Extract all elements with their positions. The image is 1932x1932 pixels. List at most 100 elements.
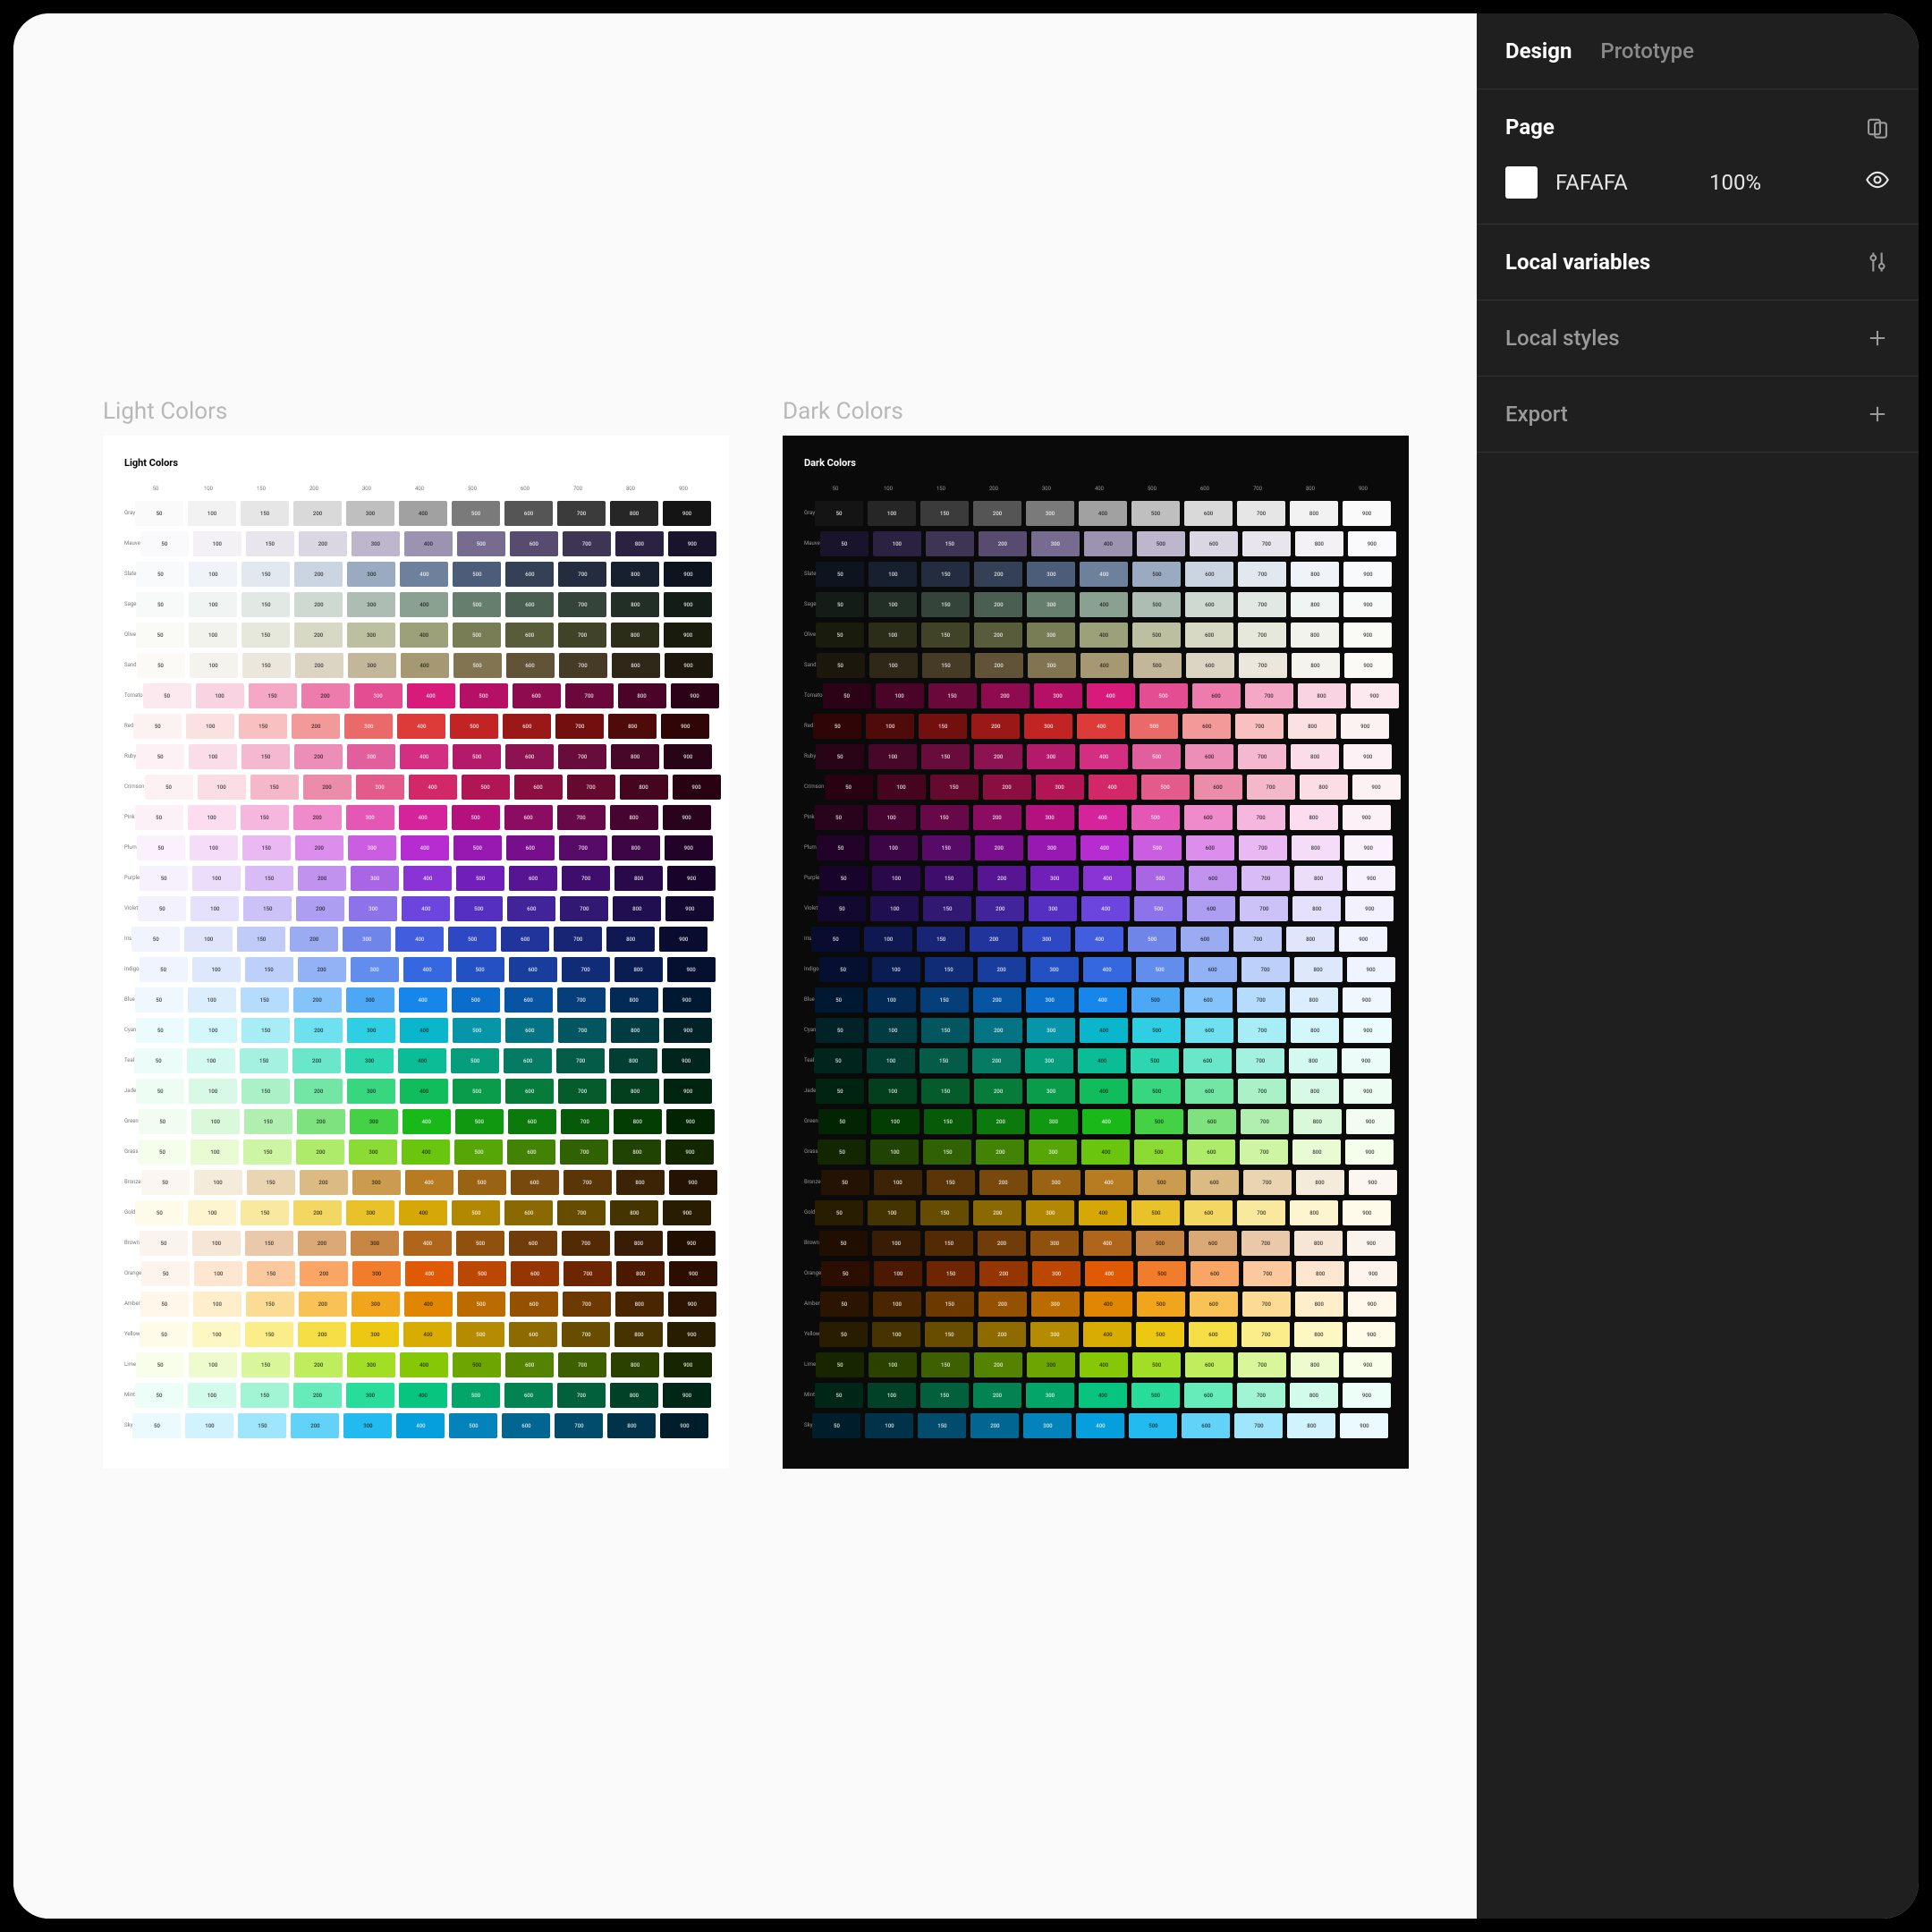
color-swatch[interactable]: 50: [820, 531, 869, 556]
color-swatch[interactable]: 900: [1347, 957, 1395, 982]
color-swatch[interactable]: 150: [925, 1322, 973, 1347]
color-swatch[interactable]: 700: [559, 835, 607, 860]
color-swatch[interactable]: 100: [873, 1292, 921, 1317]
color-swatch[interactable]: 700: [1239, 835, 1287, 860]
color-swatch[interactable]: 700: [564, 1170, 612, 1195]
color-swatch[interactable]: 300: [1027, 592, 1075, 617]
color-swatch[interactable]: 300: [1027, 1079, 1075, 1104]
color-swatch[interactable]: 150: [923, 896, 971, 921]
color-swatch[interactable]: 300: [1026, 805, 1074, 830]
tab-prototype[interactable]: Prototype: [1600, 38, 1694, 64]
color-swatch[interactable]: 150: [921, 1079, 970, 1104]
color-swatch[interactable]: 700: [1236, 1048, 1284, 1073]
color-swatch[interactable]: 100: [868, 501, 916, 526]
color-swatch[interactable]: 400: [1082, 1109, 1131, 1134]
color-swatch[interactable]: 600: [504, 501, 553, 526]
color-swatch[interactable]: 800: [1291, 623, 1339, 648]
color-swatch[interactable]: 200: [298, 1322, 346, 1347]
color-swatch[interactable]: 200: [974, 562, 1022, 587]
color-swatch[interactable]: 300: [1023, 1413, 1072, 1438]
color-swatch[interactable]: 600: [1186, 835, 1234, 860]
color-swatch[interactable]: 50: [816, 1079, 864, 1104]
color-swatch[interactable]: 700: [1238, 744, 1286, 769]
color-swatch[interactable]: 300: [1026, 987, 1074, 1013]
color-swatch[interactable]: 400: [1080, 835, 1129, 860]
color-swatch[interactable]: 500: [453, 1079, 501, 1104]
color-swatch[interactable]: 50: [816, 1018, 864, 1043]
color-swatch[interactable]: 600: [504, 987, 553, 1013]
color-swatch[interactable]: 300: [1022, 927, 1071, 952]
color-swatch[interactable]: 150: [921, 562, 970, 587]
color-swatch[interactable]: 600: [501, 927, 549, 952]
color-swatch[interactable]: 100: [190, 653, 238, 678]
color-swatch[interactable]: 600: [1189, 957, 1237, 982]
color-swatch[interactable]: 800: [610, 805, 658, 830]
color-swatch[interactable]: 400: [1079, 987, 1127, 1013]
color-swatch[interactable]: 200: [296, 1140, 344, 1165]
color-swatch[interactable]: 800: [615, 531, 664, 556]
color-swatch[interactable]: 600: [1185, 1018, 1233, 1043]
color-swatch[interactable]: 600: [1182, 1413, 1230, 1438]
color-swatch[interactable]: 600: [1184, 805, 1233, 830]
color-swatch[interactable]: 800: [613, 896, 661, 921]
color-swatch[interactable]: 800: [1288, 714, 1336, 739]
color-swatch[interactable]: 400: [1079, 805, 1127, 830]
color-swatch[interactable]: 200: [291, 1413, 339, 1438]
color-swatch[interactable]: 500: [1129, 1413, 1177, 1438]
color-swatch[interactable]: 500: [1130, 714, 1178, 739]
color-swatch[interactable]: 300: [351, 1322, 399, 1347]
color-swatch[interactable]: 800: [1291, 1079, 1339, 1104]
color-swatch[interactable]: 400: [396, 1413, 445, 1438]
color-swatch[interactable]: 50: [819, 1322, 868, 1347]
color-swatch[interactable]: 50: [815, 987, 863, 1013]
color-swatch[interactable]: 800: [620, 775, 668, 800]
color-swatch[interactable]: 200: [293, 1200, 342, 1225]
color-swatch[interactable]: 800: [1290, 501, 1338, 526]
color-swatch[interactable]: 100: [866, 714, 914, 739]
color-swatch[interactable]: 100: [864, 927, 912, 952]
color-swatch[interactable]: 50: [818, 1140, 866, 1165]
color-swatch[interactable]: 700: [1242, 531, 1291, 556]
color-swatch[interactable]: 300: [1030, 1231, 1079, 1256]
color-swatch[interactable]: 150: [247, 1261, 295, 1286]
color-swatch[interactable]: 500: [455, 1109, 504, 1134]
color-swatch[interactable]: 400: [1080, 1352, 1128, 1377]
color-swatch[interactable]: 500: [450, 714, 498, 739]
color-swatch[interactable]: 600: [508, 1109, 556, 1134]
color-swatch[interactable]: 300: [349, 896, 397, 921]
color-swatch[interactable]: 100: [874, 1170, 922, 1195]
color-swatch[interactable]: 100: [192, 1322, 241, 1347]
color-swatch[interactable]: 200: [298, 957, 346, 982]
color-swatch[interactable]: 400: [400, 744, 448, 769]
color-swatch[interactable]: 900: [1347, 866, 1395, 891]
page-fill-hex[interactable]: FAFAFA: [1555, 170, 1681, 195]
color-swatch[interactable]: 300: [352, 1292, 400, 1317]
color-swatch[interactable]: 700: [1237, 987, 1285, 1013]
color-swatch[interactable]: 50: [818, 1109, 867, 1134]
color-swatch[interactable]: 800: [1296, 1261, 1344, 1286]
color-swatch[interactable]: 800: [616, 1170, 665, 1195]
color-swatch[interactable]: 800: [1294, 1231, 1343, 1256]
color-swatch[interactable]: 300: [346, 805, 394, 830]
color-swatch[interactable]: 600: [1184, 1200, 1233, 1225]
color-swatch[interactable]: 100: [190, 835, 238, 860]
color-swatch[interactable]: 300: [1025, 1048, 1073, 1073]
color-swatch[interactable]: 50: [813, 714, 861, 739]
color-swatch[interactable]: 150: [924, 1109, 972, 1134]
color-swatch[interactable]: 400: [397, 714, 445, 739]
color-swatch[interactable]: 400: [400, 623, 448, 648]
color-swatch[interactable]: 150: [242, 592, 290, 617]
color-swatch[interactable]: 600: [510, 1292, 558, 1317]
color-swatch[interactable]: 600: [507, 1140, 555, 1165]
color-swatch[interactable]: 100: [191, 1140, 239, 1165]
color-swatch[interactable]: 700: [1241, 1322, 1290, 1347]
color-swatch[interactable]: 50: [138, 896, 186, 921]
color-swatch[interactable]: 150: [921, 623, 970, 648]
color-swatch[interactable]: 150: [242, 653, 291, 678]
color-swatch[interactable]: 800: [1298, 683, 1346, 708]
color-swatch[interactable]: 900: [664, 1079, 712, 1104]
color-swatch[interactable]: 500: [453, 623, 501, 648]
color-swatch[interactable]: 150: [242, 623, 290, 648]
color-swatch[interactable]: 800: [618, 683, 666, 708]
color-swatch[interactable]: 200: [974, 1018, 1022, 1043]
